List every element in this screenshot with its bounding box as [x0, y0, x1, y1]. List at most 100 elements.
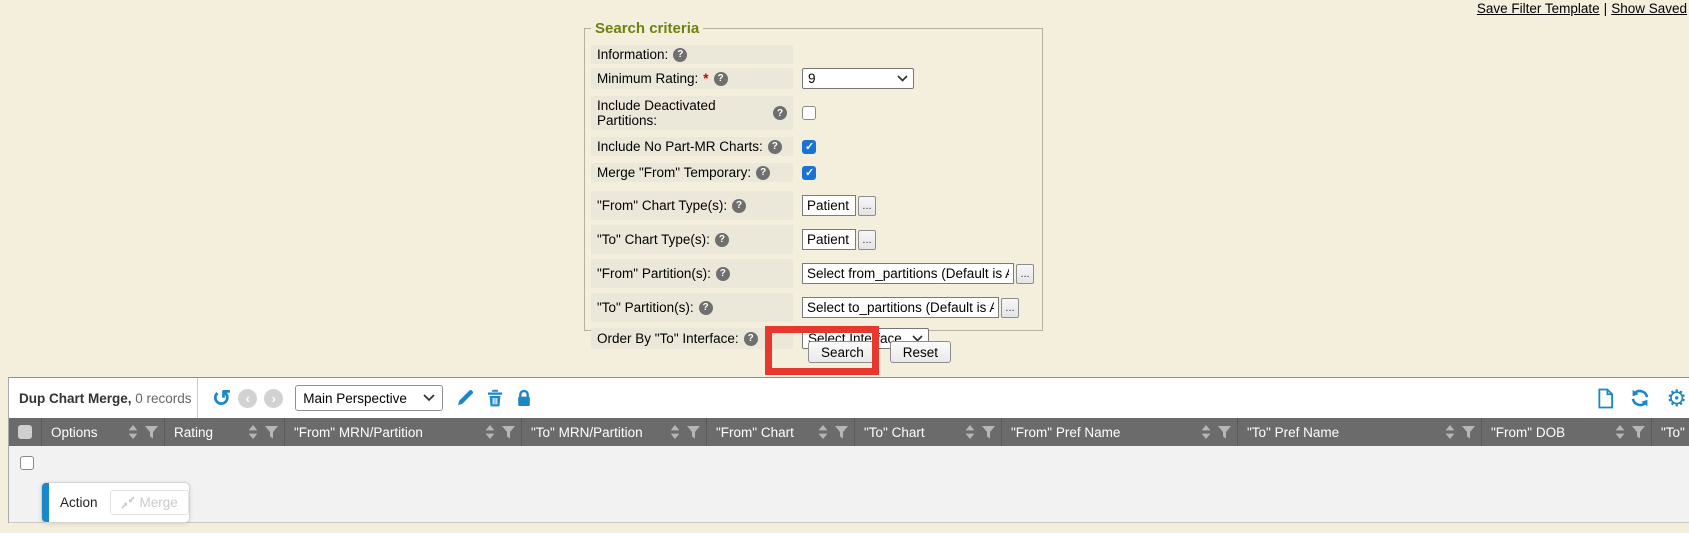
- to-partitions-browse-button[interactable]: ...: [1001, 298, 1019, 318]
- from-partitions-browse-button[interactable]: ...: [1016, 264, 1034, 284]
- help-icon[interactable]: ?: [673, 48, 687, 62]
- grid-toolbar: Dup Chart Merge, 0 records ↺ ‹ › Main Pe…: [9, 378, 1689, 418]
- grid-title: Dup Chart Merge, 0 records: [19, 391, 197, 406]
- column-header-to-mrn-partition[interactable]: "To" MRN/Partition: [521, 418, 706, 446]
- column-label: Rating: [174, 425, 213, 440]
- column-header-options[interactable]: Options: [41, 418, 164, 446]
- row-select-checkbox[interactable]: [20, 456, 34, 470]
- perspective-value: Main Perspective: [303, 391, 407, 406]
- to-partitions-input[interactable]: [802, 297, 999, 318]
- perspective-select[interactable]: Main Perspective: [295, 385, 443, 411]
- sort-icon[interactable]: [1615, 425, 1625, 439]
- required-marker: *: [703, 71, 708, 86]
- to-chart-types-browse-button[interactable]: ...: [858, 230, 876, 250]
- column-label: "From" Pref Name: [1011, 425, 1120, 440]
- column-label: Options: [51, 425, 98, 440]
- order-by-to-interface-label: Order By "To" Interface:: [597, 331, 739, 346]
- sort-icon[interactable]: [670, 425, 680, 439]
- chevron-down-icon: [897, 75, 908, 82]
- sort-icon[interactable]: [818, 425, 828, 439]
- undo-icon[interactable]: ↺: [212, 388, 231, 408]
- help-icon[interactable]: ?: [715, 233, 729, 247]
- from-partitions-label: "From" Partition(s):: [597, 266, 711, 281]
- record-count: 0 records: [135, 391, 191, 406]
- save-filter-template-link[interactable]: Save Filter Template: [1477, 1, 1600, 16]
- column-header-to-pref-name[interactable]: "To" Pref Name: [1237, 418, 1481, 446]
- from-partitions-row: "From" Partition(s): ? ...: [591, 259, 1034, 288]
- column-label: "To" MRN/Partition: [531, 425, 643, 440]
- help-icon[interactable]: ?: [732, 199, 746, 213]
- column-header-from-dob[interactable]: "From" DOB: [1481, 418, 1651, 446]
- merge-button[interactable]: Merge: [110, 490, 189, 515]
- help-icon[interactable]: ?: [716, 267, 730, 281]
- sort-icon[interactable]: [1445, 425, 1455, 439]
- from-partitions-input[interactable]: [802, 263, 1014, 284]
- delete-icon[interactable]: [487, 389, 503, 407]
- merge-button-label: Merge: [140, 495, 178, 510]
- help-icon[interactable]: ?: [756, 166, 770, 180]
- new-file-icon[interactable]: [1597, 388, 1614, 409]
- filter-funnel-icon[interactable]: [1462, 426, 1475, 439]
- help-icon[interactable]: ?: [768, 140, 782, 154]
- column-label: "From" MRN/Partition: [294, 425, 423, 440]
- refresh-icon[interactable]: [1630, 389, 1650, 407]
- from-chart-types-browse-button[interactable]: ...: [858, 196, 876, 216]
- toolbar-divider: [197, 378, 198, 418]
- filter-template-links: Save Filter Template|Show Saved: [1477, 1, 1687, 16]
- column-header-from-pref-name[interactable]: "From" Pref Name: [1001, 418, 1237, 446]
- filter-funnel-icon[interactable]: [1218, 426, 1231, 439]
- column-header-rating[interactable]: Rating: [164, 418, 284, 446]
- show-saved-link[interactable]: Show Saved: [1611, 1, 1687, 16]
- select-all-checkbox[interactable]: [18, 425, 32, 439]
- merge-arrows-icon: [121, 496, 135, 509]
- edit-icon[interactable]: [456, 389, 474, 407]
- from-chart-types-label: "From" Chart Type(s):: [597, 198, 727, 213]
- information-row: Information: ?: [591, 45, 1034, 64]
- column-header-to-chart[interactable]: "To" Chart: [854, 418, 1001, 446]
- filter-funnel-icon[interactable]: [1632, 426, 1645, 439]
- include-deactivated-partitions-checkbox[interactable]: [802, 106, 816, 120]
- search-button[interactable]: Search: [808, 341, 877, 363]
- previous-icon[interactable]: ‹: [238, 389, 257, 408]
- minimum-rating-select[interactable]: 9: [802, 68, 914, 89]
- filter-funnel-icon[interactable]: [835, 426, 848, 439]
- minimum-rating-row: Minimum Rating: * ? 9: [591, 68, 1034, 89]
- include-no-part-mr-charts-label: Include No Part-MR Charts:: [597, 139, 763, 154]
- lock-icon[interactable]: [516, 389, 532, 407]
- filter-funnel-icon[interactable]: [687, 426, 700, 439]
- column-header-from-chart[interactable]: "From" Chart: [706, 418, 854, 446]
- merge-from-temporary-row: Merge "From" Temporary: ?: [591, 163, 1034, 182]
- next-icon[interactable]: ›: [264, 389, 283, 408]
- help-icon[interactable]: ?: [714, 72, 728, 86]
- filter-funnel-icon[interactable]: [265, 426, 278, 439]
- from-chart-types-row: "From" Chart Type(s): ? ...: [591, 191, 1034, 220]
- column-label: "To" DOB: [1661, 425, 1689, 440]
- filter-funnel-icon[interactable]: [982, 426, 995, 439]
- results-grid: Dup Chart Merge, 0 records ↺ ‹ › Main Pe…: [8, 377, 1689, 523]
- form-buttons: Search Reset: [808, 341, 951, 363]
- sort-icon[interactable]: [1201, 425, 1211, 439]
- from-chart-types-input[interactable]: [802, 195, 856, 216]
- column-header-to-dob[interactable]: "To" DOB: [1651, 418, 1689, 446]
- include-no-part-mr-charts-checkbox[interactable]: [802, 140, 816, 154]
- reset-button[interactable]: Reset: [890, 341, 951, 363]
- to-chart-types-row: "To" Chart Type(s): ? ...: [591, 225, 1034, 254]
- to-chart-types-input[interactable]: [802, 229, 856, 250]
- sort-icon[interactable]: [485, 425, 495, 439]
- include-no-part-mr-charts-row: Include No Part-MR Charts: ?: [591, 137, 1034, 156]
- filter-funnel-icon[interactable]: [502, 426, 515, 439]
- help-icon[interactable]: ?: [699, 301, 713, 315]
- help-icon[interactable]: ?: [744, 332, 758, 346]
- to-partitions-label: "To" Partition(s):: [597, 300, 694, 315]
- sort-icon[interactable]: [128, 425, 138, 439]
- grid-body: Action Merge: [9, 446, 1689, 523]
- sort-icon[interactable]: [965, 425, 975, 439]
- column-header-from-mrn-partition[interactable]: "From" MRN/Partition: [284, 418, 521, 446]
- merge-from-temporary-checkbox[interactable]: [802, 166, 816, 180]
- toolbar-right-icons: ⚙: [1581, 388, 1681, 409]
- settings-gear-icon[interactable]: ⚙: [1666, 388, 1687, 408]
- sort-icon[interactable]: [248, 425, 258, 439]
- help-icon[interactable]: ?: [773, 106, 787, 120]
- filter-funnel-icon[interactable]: [145, 426, 158, 439]
- column-label: "From" DOB: [1491, 425, 1565, 440]
